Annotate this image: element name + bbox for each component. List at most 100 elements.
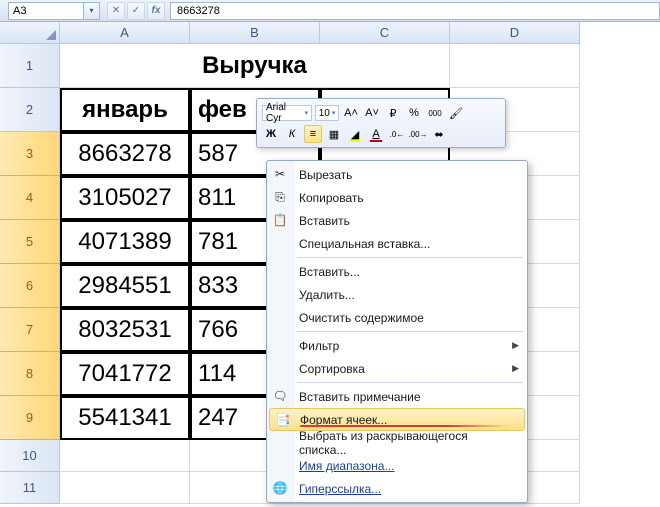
comma-format-button[interactable]: 000 <box>426 104 444 122</box>
menu-sort[interactable]: Сортировка ▶ <box>267 357 527 380</box>
row-header-5[interactable]: 5 <box>0 220 60 264</box>
accept-formula-button[interactable]: ✓ <box>127 2 145 20</box>
menu-hyperlink[interactable]: 🌐 Гиперссылка... <box>267 477 527 500</box>
title-cell[interactable]: Выручка <box>60 44 450 88</box>
row-header-7[interactable]: 7 <box>0 308 60 352</box>
cell-a3[interactable]: 8663278 <box>60 132 190 176</box>
fx-icon: fx <box>152 5 161 16</box>
col-header-c[interactable]: C <box>320 22 450 44</box>
currency-icon: ₽ <box>390 107 397 120</box>
brush-icon: 🖌 <box>449 107 463 120</box>
merge-button[interactable]: ⬌ <box>430 125 448 143</box>
cell-a4[interactable]: 3105027 <box>60 176 190 220</box>
cell-a11[interactable] <box>60 472 190 504</box>
globe-icon: 🌐 <box>271 479 289 497</box>
row-header-1[interactable]: 1 <box>0 44 60 88</box>
menu-range-name[interactable]: Имя диапазона... <box>267 454 527 477</box>
fx-button-group: ✕ ✓ fx <box>106 2 166 20</box>
mini-toolbar: Arial Cyr 10 A˄ A˅ ₽ % 000 🖌 Ж К ≡ ▦ ◢ А… <box>256 98 506 148</box>
menu-cut[interactable]: ✂ Вырезать <box>267 163 527 186</box>
fill-color-button[interactable]: ◢ <box>346 125 364 143</box>
menu-separator <box>297 331 523 332</box>
menu-pick-from-list[interactable]: Выбрать из раскрывающегося списка... <box>267 431 527 454</box>
formula-value: 8663278 <box>177 5 220 17</box>
menu-paste[interactable]: 📋 Вставить <box>267 209 527 232</box>
col-header-d[interactable]: D <box>450 22 580 44</box>
borders-icon: ▦ <box>329 128 339 141</box>
cell-a9[interactable]: 5541341 <box>60 396 190 440</box>
row-header-8[interactable]: 8 <box>0 352 60 396</box>
menu-separator <box>297 257 523 258</box>
formula-bar: A3 ✕ ✓ fx 8663278 <box>0 0 660 22</box>
increase-font-button[interactable]: A˄ <box>342 104 360 122</box>
cell-d1[interactable] <box>450 44 580 88</box>
menu-insert[interactable]: Вставить... <box>267 260 527 283</box>
cell-a6[interactable]: 2984551 <box>60 264 190 308</box>
decrease-decimal-button[interactable]: .0← <box>388 125 406 143</box>
italic-button[interactable]: К <box>283 125 301 143</box>
format-cells-icon: 📑 <box>274 411 292 429</box>
col-header-a[interactable]: A <box>60 22 190 44</box>
bucket-icon: ◢ <box>351 128 359 141</box>
menu-clear[interactable]: Очистить содержимое <box>267 306 527 329</box>
font-color-button[interactable]: А <box>367 125 385 143</box>
col-header-b[interactable]: B <box>190 22 320 44</box>
merge-icon: ⬌ <box>434 128 443 141</box>
percent-icon: % <box>409 107 419 119</box>
clipboard-icon: 📋 <box>271 211 289 229</box>
align-center-button[interactable]: ≡ <box>304 125 322 143</box>
percent-format-button[interactable]: % <box>405 104 423 122</box>
header-january[interactable]: январь <box>60 88 190 132</box>
formula-input[interactable]: 8663278 <box>170 2 660 20</box>
name-box[interactable]: A3 <box>8 2 100 20</box>
name-box-value: A3 <box>13 5 26 17</box>
row-header-10[interactable]: 10 <box>0 440 60 472</box>
accounting-format-button[interactable]: ₽ <box>384 104 402 122</box>
cell-a5[interactable]: 4071389 <box>60 220 190 264</box>
cell-a8[interactable]: 7041772 <box>60 352 190 396</box>
row-header-6[interactable]: 6 <box>0 264 60 308</box>
dec-decimal-icon: .0← <box>390 130 405 139</box>
cell-a7[interactable]: 8032531 <box>60 308 190 352</box>
scissors-icon: ✂ <box>271 165 289 183</box>
select-all-corner[interactable] <box>0 22 60 44</box>
inc-decimal-icon: .00→ <box>408 130 427 139</box>
row-header-2[interactable]: 2 <box>0 88 60 132</box>
bold-icon: Ж <box>266 128 276 140</box>
menu-delete[interactable]: Удалить... <box>267 283 527 306</box>
menu-insert-comment[interactable]: 🗨 Вставить примечание <box>267 385 527 408</box>
row-headers: 1 2 3 4 5 6 7 8 9 10 11 <box>0 44 60 504</box>
menu-filter[interactable]: Фильтр ▶ <box>267 334 527 357</box>
column-headers: A B C D <box>0 22 660 44</box>
font-size-selector[interactable]: 10 <box>315 105 339 121</box>
bold-button[interactable]: Ж <box>262 125 280 143</box>
fx-button[interactable]: fx <box>147 2 165 20</box>
chevron-right-icon: ▶ <box>512 340 519 351</box>
copy-icon: ⎘ <box>271 188 289 206</box>
italic-icon: К <box>289 128 295 140</box>
font-name-selector[interactable]: Arial Cyr <box>262 105 312 121</box>
check-icon: ✓ <box>132 5 140 16</box>
align-icon: ≡ <box>310 128 316 140</box>
font-color-icon: А <box>372 128 379 140</box>
font-grow-icon: A˄ <box>344 107 358 119</box>
menu-separator <box>297 382 523 383</box>
context-menu: ✂ Вырезать ⎘ Копировать 📋 Вставить Специ… <box>266 160 528 503</box>
borders-button[interactable]: ▦ <box>325 125 343 143</box>
name-box-dropdown-icon[interactable] <box>83 3 99 19</box>
menu-copy[interactable]: ⎘ Копировать <box>267 186 527 209</box>
cell-a10[interactable] <box>60 440 190 472</box>
decrease-font-button[interactable]: A˅ <box>363 104 381 122</box>
row-header-11[interactable]: 11 <box>0 472 60 504</box>
row-header-3[interactable]: 3 <box>0 132 60 176</box>
format-painter-button[interactable]: 🖌 <box>447 104 465 122</box>
menu-paste-special[interactable]: Специальная вставка... <box>267 232 527 255</box>
cancel-formula-button[interactable]: ✕ <box>107 2 125 20</box>
x-icon: ✕ <box>112 5 120 16</box>
row-header-9[interactable]: 9 <box>0 396 60 440</box>
increase-decimal-button[interactable]: .00→ <box>409 125 427 143</box>
chevron-right-icon: ▶ <box>512 363 519 374</box>
comment-icon: 🗨 <box>271 387 289 405</box>
row-header-4[interactable]: 4 <box>0 176 60 220</box>
thousands-icon: 000 <box>428 109 441 118</box>
